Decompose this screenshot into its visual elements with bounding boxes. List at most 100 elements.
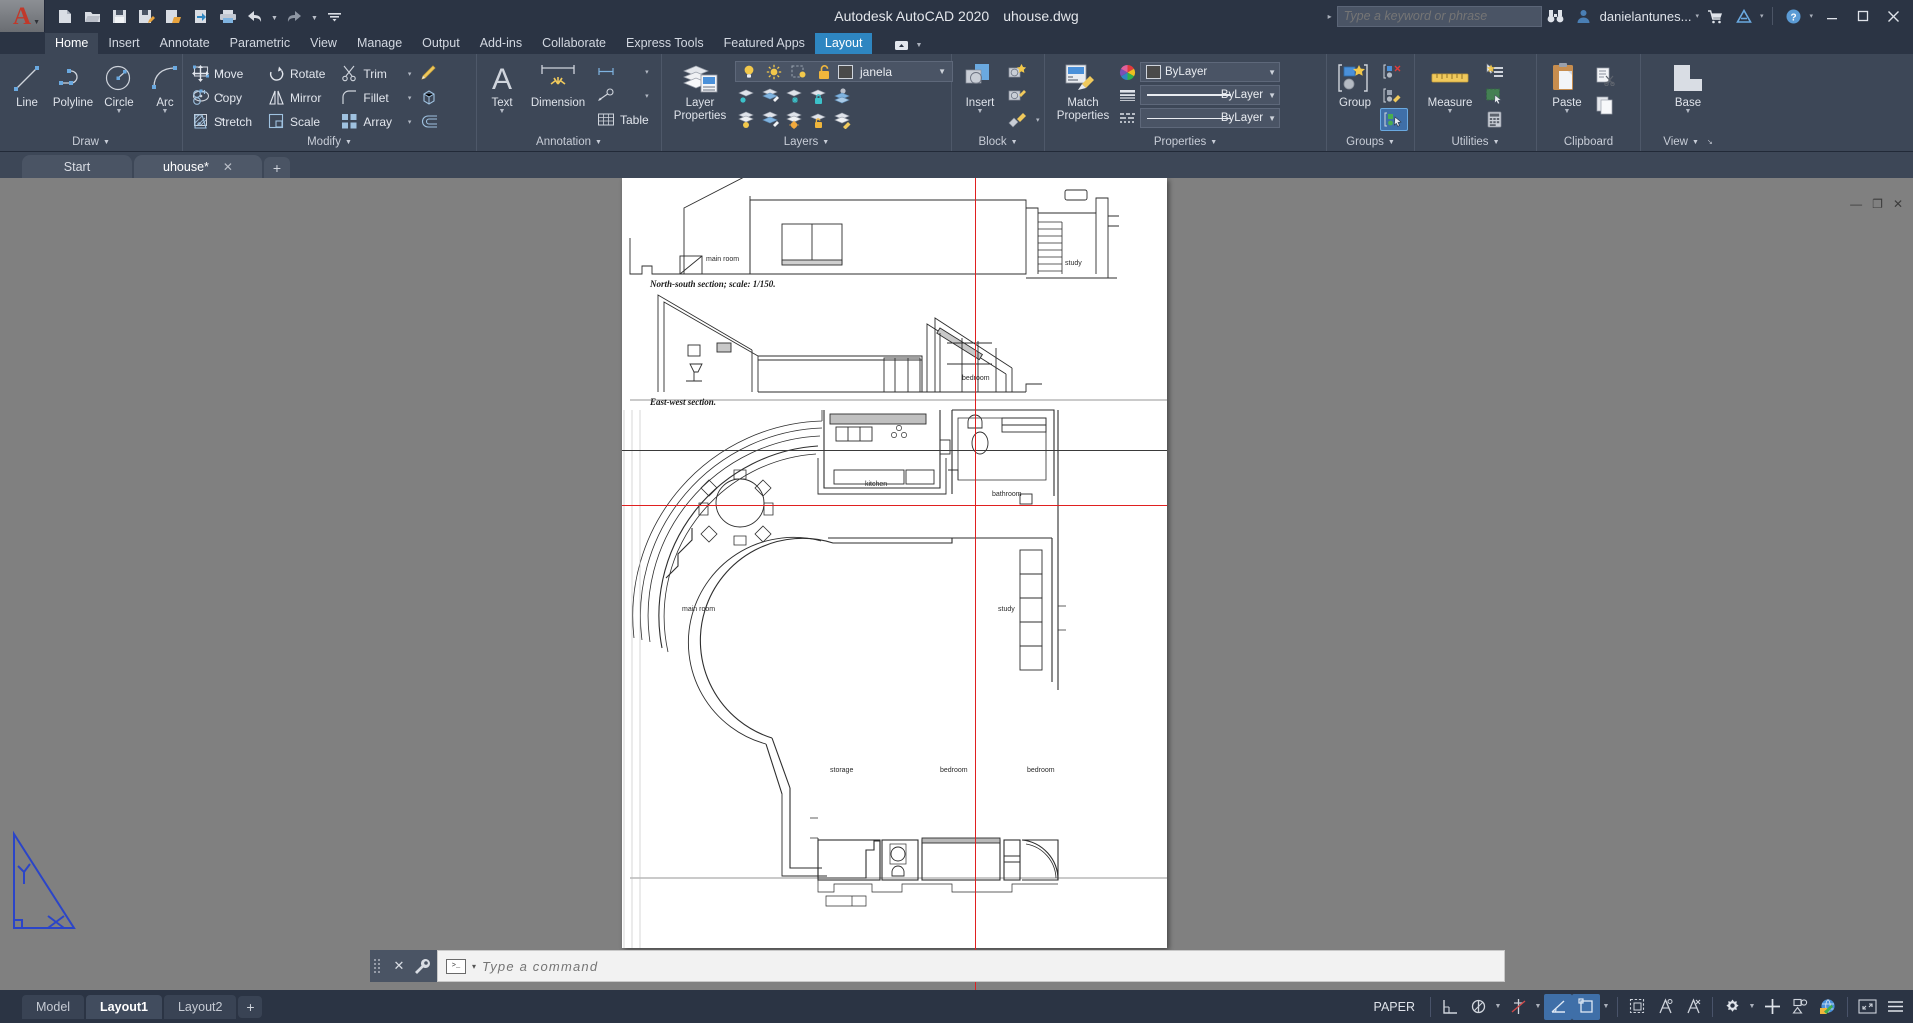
open-from-web-icon[interactable] xyxy=(161,3,186,29)
panel-title-clipboard[interactable]: Clipboard xyxy=(1537,133,1640,151)
drawing-canvas[interactable]: main room study North-south section; sca… xyxy=(0,178,1913,990)
layer-unisolate-icon[interactable] xyxy=(759,85,781,106)
command-line-grip[interactable] xyxy=(370,950,384,982)
ribbon-tab-featured-apps[interactable]: Featured Apps xyxy=(714,33,815,54)
save-as-icon[interactable] xyxy=(134,3,159,29)
annotation-linear-dim-button[interactable]: ▾ xyxy=(594,60,653,83)
layer-unlock-icon[interactable] xyxy=(807,109,829,130)
chevron-down-icon[interactable]: ▼ xyxy=(1266,68,1276,77)
fillet-dropdown-caret-icon[interactable]: ▾ xyxy=(403,94,412,102)
panel-expand-icon[interactable]: ↘ xyxy=(1707,138,1713,146)
modify-stretch-button[interactable]: Stretch xyxy=(188,110,256,133)
edit-attribute-button[interactable]: ▾ xyxy=(1005,108,1044,131)
annotation-table-button[interactable]: Table xyxy=(594,108,653,131)
ribbon-tab-express-tools[interactable]: Express Tools xyxy=(616,33,714,54)
modify-array-button[interactable]: Array ▾ xyxy=(337,110,415,133)
linear-dim-dropdown-caret-icon[interactable]: ▾ xyxy=(640,68,649,76)
ungroup-button[interactable] xyxy=(1380,60,1408,83)
ribbon-tab-home[interactable]: Home xyxy=(45,33,99,54)
object-color-combobox[interactable]: ByLayer ▼ xyxy=(1140,62,1280,82)
layer-freeze-icon[interactable] xyxy=(783,85,805,106)
model-paper-space-toggle[interactable]: PAPER xyxy=(1364,1000,1425,1014)
linetype-combobox[interactable]: ByLayer ▼ xyxy=(1140,108,1280,128)
status-bar-globe-icon[interactable] xyxy=(1814,994,1842,1020)
isolate-objects-icon[interactable] xyxy=(1786,994,1814,1020)
document-close-icon[interactable]: ✕ xyxy=(1893,198,1903,210)
paste-dropdown-caret-icon[interactable]: ▼ xyxy=(1564,108,1571,115)
group-button[interactable]: Group xyxy=(1332,58,1378,109)
chevron-down-icon[interactable]: ▼ xyxy=(938,67,950,76)
undo-icon[interactable] xyxy=(242,3,267,29)
ortho-mode-icon[interactable] xyxy=(1504,994,1532,1020)
modify-mirror-button[interactable]: Mirror xyxy=(264,86,329,109)
modify-erase-button[interactable] xyxy=(417,62,443,85)
account-caret-icon[interactable]: ▾ xyxy=(1695,12,1699,20)
maximize-button[interactable] xyxy=(1847,0,1878,32)
search-binoculars-icon[interactable] xyxy=(1542,0,1570,32)
panel-title-block[interactable]: Block ▼ xyxy=(952,133,1044,151)
edit-attribute-dropdown-caret-icon[interactable]: ▾ xyxy=(1031,116,1040,124)
file-tab-start[interactable]: Start xyxy=(22,155,132,178)
clean-screen-icon[interactable] xyxy=(1853,994,1881,1020)
viewport-boundary[interactable] xyxy=(622,450,1167,948)
help-icon[interactable]: ? xyxy=(1779,0,1807,32)
workspace-switching-caret-icon[interactable]: ▼ xyxy=(1746,994,1758,1020)
save-to-web-icon[interactable] xyxy=(188,3,213,29)
annotation-dimension-button[interactable]: Dimension xyxy=(524,58,592,109)
autoscale-annotation-icon[interactable] xyxy=(1679,994,1707,1020)
annotation-text-button[interactable]: A Text ▼ xyxy=(482,58,522,115)
freeze-viewport-icon[interactable] xyxy=(788,61,810,82)
autodesk-a360-icon[interactable] xyxy=(1730,0,1758,32)
customization-menu-icon[interactable] xyxy=(1881,994,1909,1020)
array-dropdown-caret-icon[interactable]: ▾ xyxy=(403,118,412,126)
selection-cycling-icon[interactable] xyxy=(1623,994,1651,1020)
draw-polyline-button[interactable]: Polyline xyxy=(51,58,95,109)
ribbon-tab-layout[interactable]: Layout xyxy=(814,33,873,54)
group-selection-toggle-button[interactable] xyxy=(1380,108,1408,131)
measure-button[interactable]: Measure ▼ xyxy=(1420,58,1480,115)
undo-dropdown-caret[interactable]: ▼ xyxy=(269,3,280,29)
unlock-icon[interactable] xyxy=(813,61,835,82)
add-layout-button[interactable]: + xyxy=(238,995,263,1018)
modify-explode-button[interactable] xyxy=(417,86,443,109)
new-file-tab-button[interactable]: + xyxy=(264,157,290,178)
copy-clip-button[interactable] xyxy=(1594,91,1620,119)
annotation-visibility-icon[interactable] xyxy=(1651,994,1679,1020)
quick-calc-select-button[interactable] xyxy=(1482,84,1508,107)
paste-button[interactable]: Paste ▼ xyxy=(1542,58,1592,115)
application-menu-button[interactable]: A ▼ xyxy=(0,0,45,32)
chevron-down-icon[interactable]: ▼ xyxy=(1266,114,1276,123)
command-line-close-icon[interactable]: ✕ xyxy=(389,956,409,976)
modify-move-button[interactable]: Move xyxy=(188,62,256,85)
sun-icon[interactable] xyxy=(763,61,785,82)
layer-color-swatch[interactable] xyxy=(838,64,853,79)
layer-make-current-icon[interactable] xyxy=(831,85,853,106)
document-restore-icon[interactable]: ❐ xyxy=(1872,198,1883,210)
cut-button[interactable] xyxy=(1594,62,1620,90)
layer-off-icon[interactable] xyxy=(735,109,757,130)
display-drawing-grid-icon[interactable] xyxy=(1436,994,1464,1020)
insert-block-button[interactable]: Insert ▼ xyxy=(957,58,1003,115)
hardware-acceleration-icon[interactable] xyxy=(1758,994,1786,1020)
modify-offset-button[interactable] xyxy=(417,110,443,133)
insert-dropdown-caret-icon[interactable]: ▼ xyxy=(977,108,984,115)
panel-title-modify[interactable]: Modify ▼ xyxy=(183,133,476,151)
search-box[interactable] xyxy=(1336,5,1542,27)
ribbon-tab-insert[interactable]: Insert xyxy=(98,33,149,54)
plot-icon[interactable] xyxy=(215,3,240,29)
panel-title-utilities[interactable]: Utilities ▼ xyxy=(1415,133,1536,151)
minimize-button[interactable] xyxy=(1816,0,1847,32)
layer-lock-icon[interactable] xyxy=(807,85,829,106)
create-block-button[interactable] xyxy=(1005,60,1044,83)
command-line[interactable]: ✕ >_ ▾ xyxy=(370,950,1505,982)
redo-dropdown-caret[interactable]: ▼ xyxy=(309,3,320,29)
snap-mode-caret-icon[interactable]: ▼ xyxy=(1492,994,1504,1020)
command-input[interactable] xyxy=(482,958,1496,974)
panel-title-draw[interactable]: Draw ▼ xyxy=(0,133,182,151)
customize-qat-icon[interactable] xyxy=(322,3,347,29)
new-file-icon[interactable] xyxy=(53,3,78,29)
current-layer-combobox[interactable]: janela ▼ xyxy=(735,61,953,82)
command-history-caret-icon[interactable]: ▾ xyxy=(472,962,476,971)
workspace-switching-icon[interactable] xyxy=(1718,994,1746,1020)
panel-title-properties[interactable]: Properties ▼ xyxy=(1045,133,1326,151)
